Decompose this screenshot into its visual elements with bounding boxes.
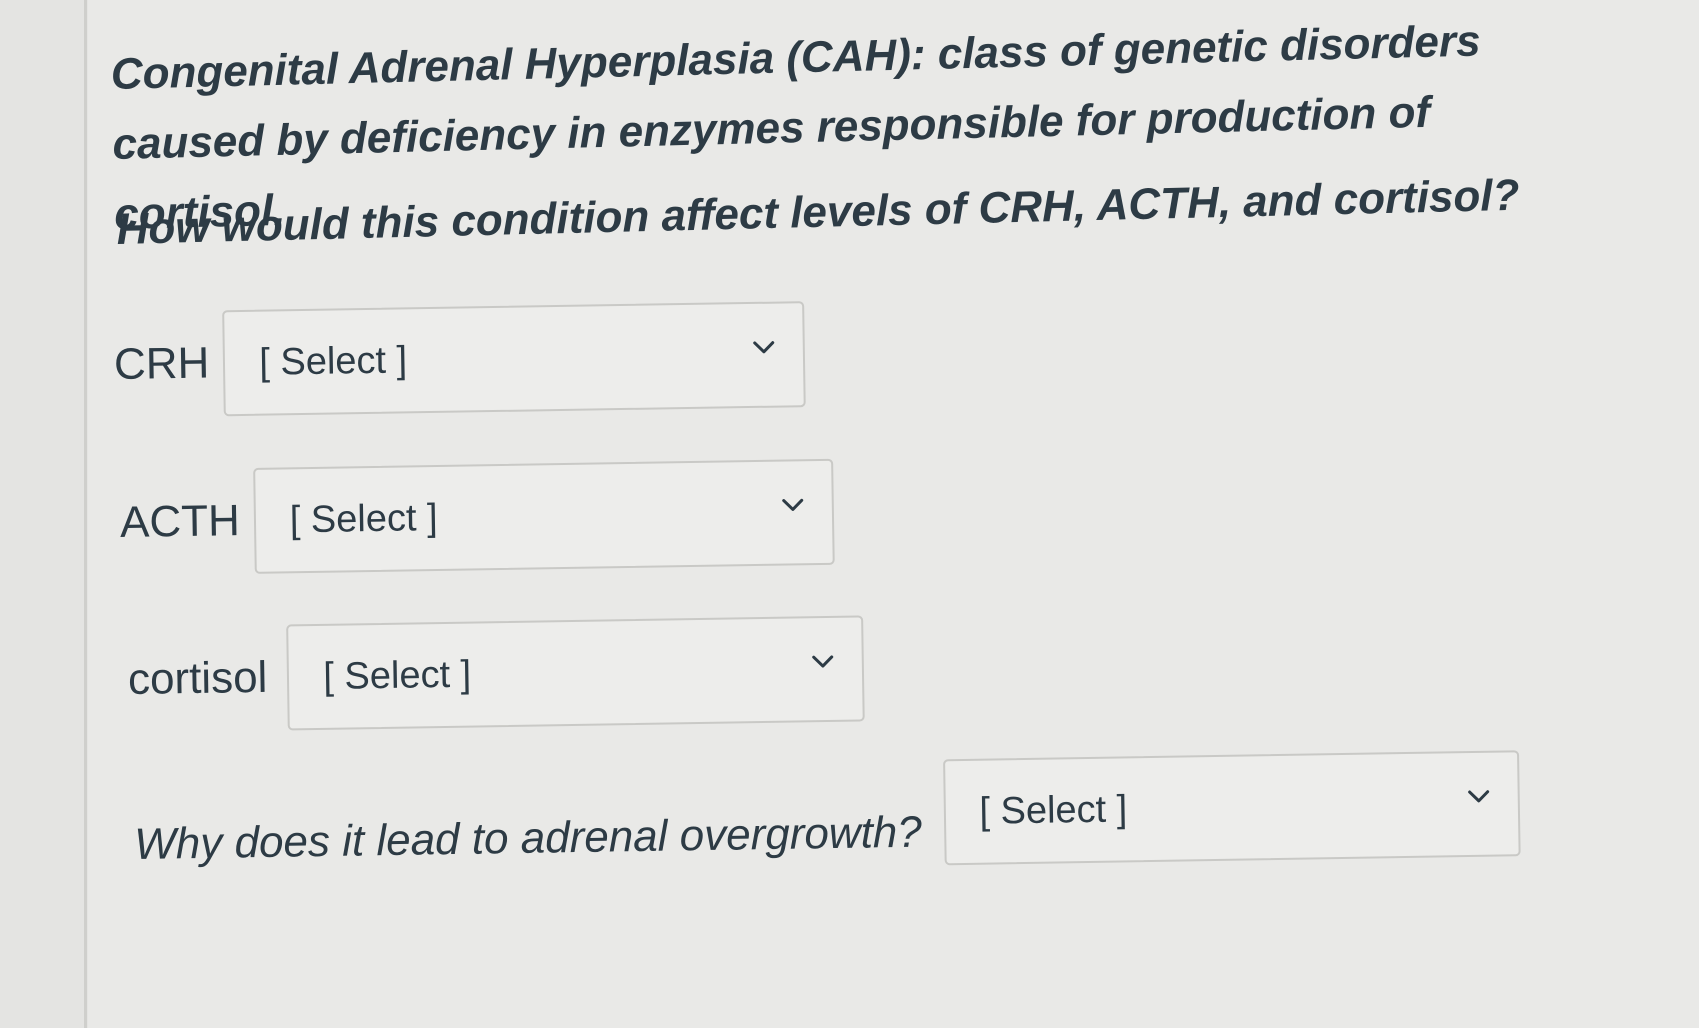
acth-select[interactable]: [ Select ] [252,458,835,574]
overgrowth-select-value: [ Select ] [979,788,1128,833]
crh-row: CRH [ Select ] [113,301,807,418]
cortisol-row: cortisol [ Select ] [127,615,866,733]
page-left-border [84,0,87,1028]
chevron-down-icon [749,332,779,362]
chevron-down-icon [1463,781,1493,811]
overgrowth-row: Why does it lead to adrenal overgrowth? … [133,750,1521,878]
cortisol-select[interactable]: [ Select ] [286,615,866,731]
acth-select-value: [ Select ] [289,497,438,542]
overgrowth-label: Why does it lead to adrenal overgrowth? [133,807,923,869]
cortisol-label: cortisol [127,652,268,704]
acth-row: ACTH [ Select ] [119,458,835,576]
chevron-down-icon [777,489,807,519]
overgrowth-select[interactable]: [ Select ] [942,750,1521,866]
cortisol-select-value: [ Select ] [323,653,472,698]
acth-label: ACTH [119,496,241,547]
chevron-down-icon [808,646,838,676]
crh-select[interactable]: [ Select ] [222,301,807,417]
crh-label: CRH [113,338,210,389]
crh-select-value: [ Select ] [258,339,408,384]
